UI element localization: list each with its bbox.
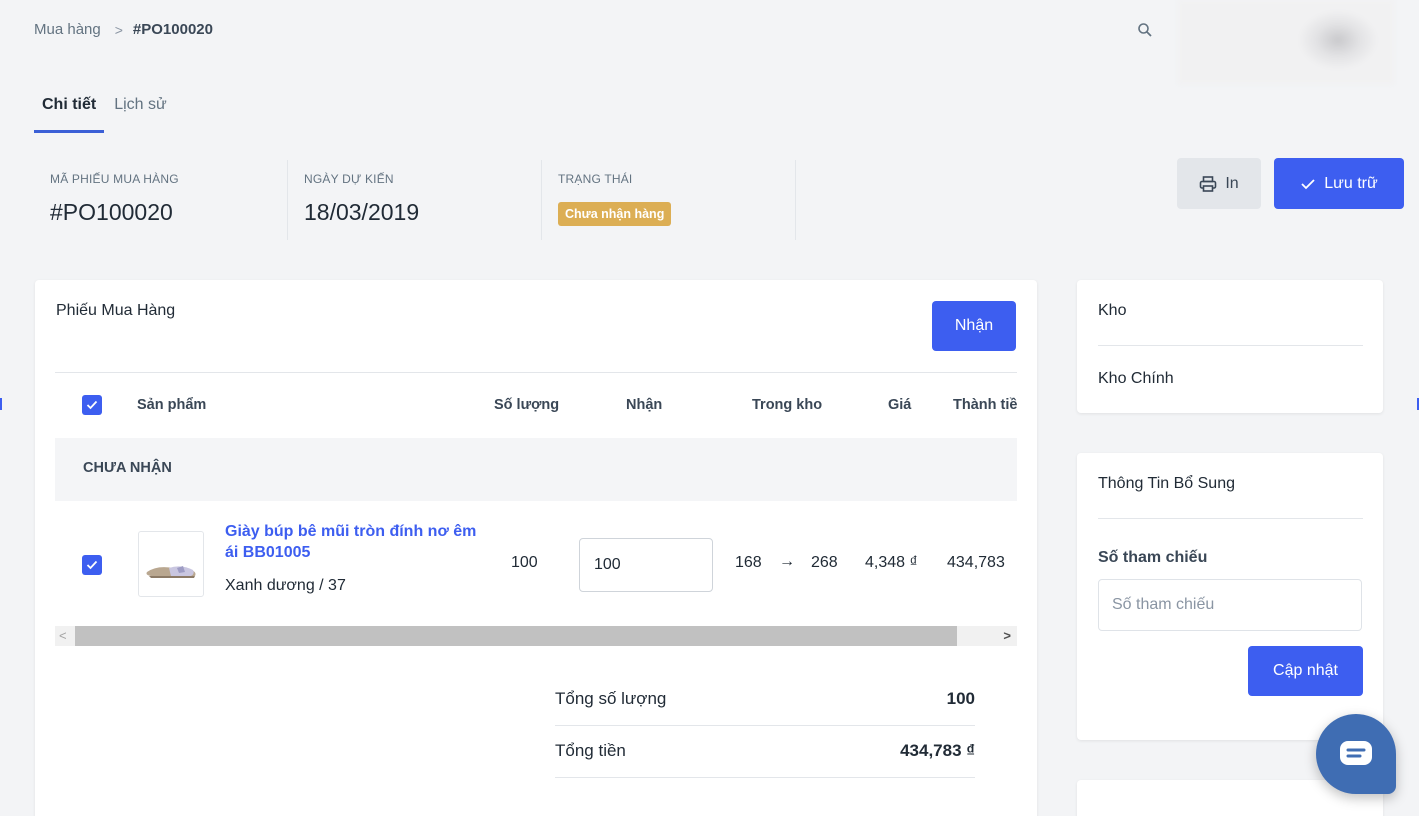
item-total: 434,783 — [947, 554, 1005, 571]
col-product: Sản phẩm — [137, 397, 207, 413]
avatar[interactable] — [1178, 0, 1394, 84]
top-bar: Mua hàng > #PO100020 — [0, 0, 1419, 84]
total-quantity-row: Tổng số lượng 100 — [555, 674, 975, 726]
col-in-stock: Trong kho — [752, 397, 823, 413]
edge-marker — [0, 398, 2, 410]
breadcrumb-parent-link[interactable]: Mua hàng — [34, 21, 101, 38]
tab-history[interactable]: Lịch sử — [106, 92, 175, 133]
chat-icon — [1340, 741, 1372, 765]
stock-to: 268 — [811, 554, 838, 571]
breadcrumb-current: #PO100020 — [132, 21, 213, 38]
reference-input[interactable] — [1098, 579, 1362, 631]
total-quantity-value: 100 — [946, 689, 975, 708]
po-meta: MÃ PHIẾU MUA HÀNG #PO100020 NGÀY DỰ KIẾN… — [34, 160, 796, 240]
warehouse-value: Kho Chính — [1098, 370, 1174, 387]
tab-details[interactable]: Chi tiết — [34, 92, 105, 133]
product-name-link[interactable]: Giày búp bê mũi tròn đính nơ êm ái BB010… — [225, 521, 485, 563]
meta-due-date: NGÀY DỰ KIẾN 18/03/2019 — [288, 160, 542, 240]
extra-info-card: Thông Tin Bổ Sung Số tham chiếu Cập nhật — [1077, 453, 1383, 740]
group-row-not-received: CHƯA NHẬN — [55, 438, 1017, 501]
reference-label: Số tham chiếu — [1098, 549, 1208, 566]
table-header: Sản phẩm Số lượng Nhận Trong kho Giá Thà… — [55, 372, 1017, 438]
item-price: 4,348 ₫ — [865, 554, 918, 571]
select-all-checkbox[interactable] — [82, 395, 102, 415]
total-amount-label: Tổng tiền — [555, 741, 626, 760]
save-button[interactable]: Lưu trữ — [1274, 158, 1404, 209]
divider — [1098, 345, 1363, 346]
receive-quantity-input[interactable] — [579, 538, 713, 592]
totals-summary: Tổng số lượng 100 Tổng tiền 434,783 ₫ — [555, 674, 975, 778]
warehouse-card: Kho Kho Chính — [1077, 280, 1383, 413]
meta-status: TRẠNG THÁI Chưa nhận hàng — [542, 160, 796, 240]
col-quantity: Số lượng — [494, 397, 560, 413]
total-amount-row: Tổng tiền 434,783 ₫ — [555, 726, 975, 778]
update-button[interactable]: Cập nhật — [1248, 646, 1363, 696]
save-button-label: Lưu trữ — [1324, 174, 1378, 192]
chat-button[interactable] — [1316, 714, 1396, 794]
meta-po-code: MÃ PHIẾU MUA HÀNG #PO100020 — [34, 160, 288, 240]
breadcrumb: Mua hàng > #PO100020 — [34, 21, 213, 38]
po-code-label: MÃ PHIẾU MUA HÀNG — [50, 172, 179, 186]
horizontal-scrollbar[interactable]: < > — [55, 626, 1017, 646]
printer-icon — [1200, 175, 1217, 192]
scrollbar-thumb[interactable] — [75, 626, 957, 646]
group-label: CHƯA NHẬN — [83, 460, 172, 476]
arrow-right-icon: → — [779, 553, 795, 570]
table-row: Giày búp bê mũi tròn đính nơ êm ái BB010… — [55, 501, 1017, 628]
col-price: Giá — [888, 397, 912, 413]
purchase-order-title: Phiếu Mua Hàng — [56, 302, 176, 319]
print-button[interactable]: In — [1177, 158, 1261, 209]
stock-from: 168 — [735, 554, 762, 571]
due-date-value: 18/03/2019 — [304, 199, 420, 225]
tab-bar: Chi tiết Lịch sử — [34, 92, 175, 133]
product-variant: Xanh dương / 37 — [225, 577, 346, 594]
scroll-right-icon[interactable]: > — [1003, 628, 1011, 643]
total-quantity-label: Tổng số lượng — [555, 689, 667, 708]
breadcrumb-separator: > — [114, 21, 123, 38]
items-table: Sản phẩm Số lượng Nhận Trong kho Giá Thà… — [55, 372, 1017, 646]
status-label: TRẠNG THÁI — [558, 172, 633, 186]
row-checkbox[interactable] — [82, 555, 102, 575]
due-date-label: NGÀY DỰ KIẾN — [304, 172, 394, 186]
scroll-left-icon[interactable]: < — [59, 628, 67, 643]
total-amount-value: 434,783 ₫ — [900, 741, 975, 760]
check-icon — [1301, 178, 1315, 189]
warehouse-title: Kho — [1098, 302, 1127, 319]
col-total: Thành tiề — [953, 397, 1017, 413]
po-code-value: #PO100020 — [50, 199, 173, 225]
print-button-label: In — [1225, 174, 1239, 192]
receive-button[interactable]: Nhận — [932, 301, 1016, 351]
product-thumbnail — [138, 531, 204, 597]
item-quantity: 100 — [511, 554, 538, 571]
extra-info-title: Thông Tin Bổ Sung — [1098, 475, 1235, 492]
divider — [1098, 518, 1363, 519]
purchase-order-card: Phiếu Mua Hàng Nhận Sản phẩm Số lượng Nh… — [35, 280, 1037, 816]
status-badge: Chưa nhận hàng — [558, 202, 672, 226]
col-receive: Nhận — [626, 397, 663, 413]
search-icon[interactable] — [1137, 22, 1155, 40]
